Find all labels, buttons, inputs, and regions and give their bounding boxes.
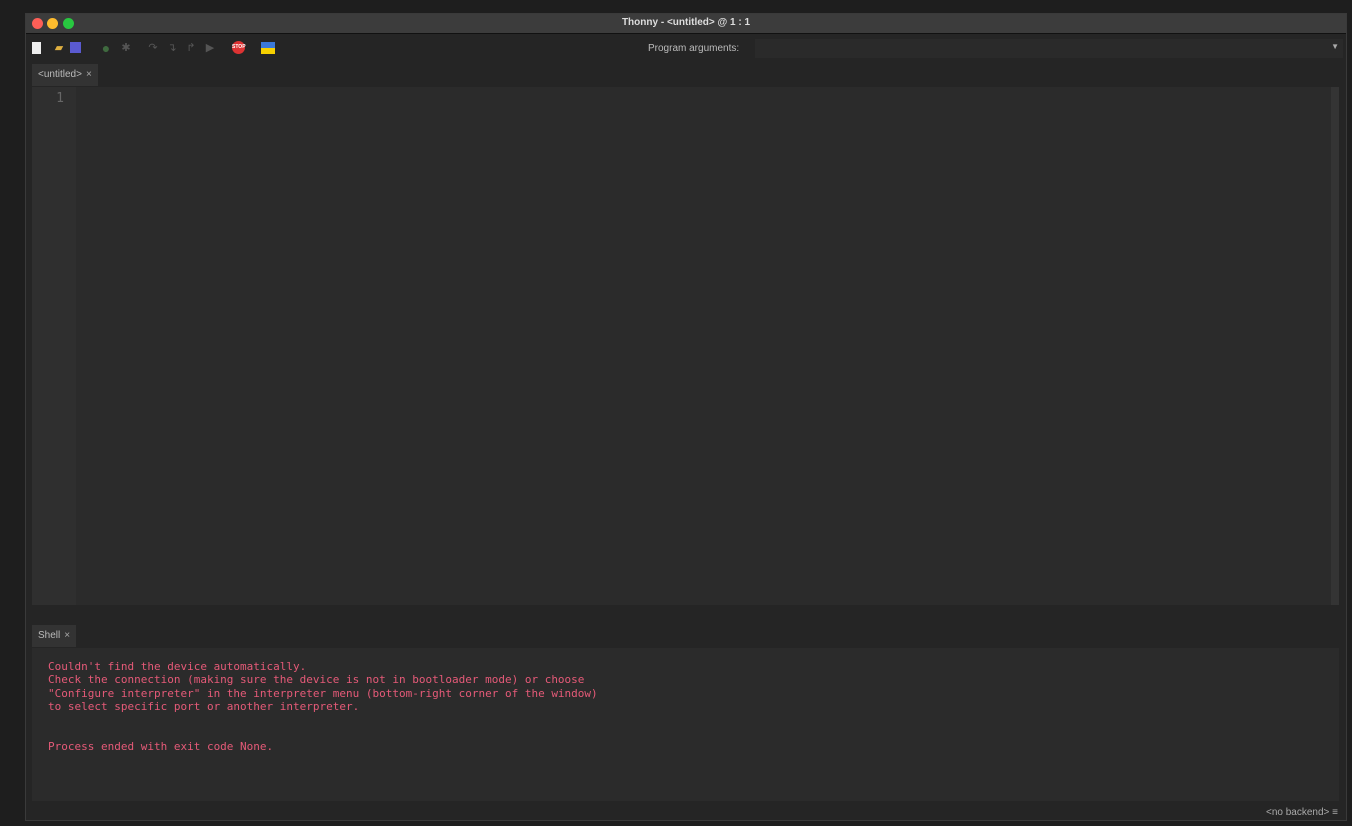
new-file-icon[interactable] (32, 42, 41, 54)
toolbar: ▰ ● ✱ ↷ ↴ ↱ ▶ STOP Program arguments: ▼ (26, 35, 1346, 63)
program-arguments-label: Program arguments: (648, 43, 740, 54)
backend-selector[interactable]: <no backend> (1266, 807, 1329, 818)
tab-label: <untitled> (38, 69, 82, 80)
debug-icon[interactable]: ✱ (119, 41, 133, 55)
status-bar: <no backend> ≡ (1266, 807, 1338, 818)
close-tab-icon[interactable]: × (86, 69, 92, 80)
dropdown-arrow-icon[interactable]: ▼ (1331, 42, 1339, 51)
run-icon[interactable]: ● (99, 41, 113, 55)
code-editor[interactable]: 1 (32, 87, 1339, 605)
resume-icon[interactable]: ▶ (203, 41, 217, 55)
tab-label: Shell (38, 630, 61, 641)
tab-shell[interactable]: Shell × (32, 625, 77, 647)
title-bar: Thonny - <untitled> @ 1 : 1 (26, 14, 1346, 34)
open-file-icon[interactable]: ▰ (52, 41, 66, 55)
tab-untitled[interactable]: <untitled> × (32, 64, 98, 86)
shell-output[interactable]: Couldn't find the device automatically. … (32, 648, 1339, 801)
step-out-icon[interactable]: ↱ (184, 41, 198, 55)
ukraine-flag-icon[interactable] (261, 42, 275, 54)
step-into-icon[interactable]: ↴ (165, 41, 179, 55)
window-title: Thonny - <untitled> @ 1 : 1 (621, 17, 751, 28)
step-over-icon[interactable]: ↷ (146, 41, 160, 55)
program-arguments-input[interactable]: ▼ (755, 39, 1343, 58)
line-numbers: 1 (32, 87, 76, 605)
editor-scrollbar[interactable] (1331, 87, 1339, 605)
menu-icon[interactable]: ≡ (1332, 807, 1338, 818)
save-icon[interactable] (70, 42, 81, 53)
thonny-window: Thonny - <untitled> @ 1 : 1 ▰ ● ✱ ↷ ↴ ↱ … (25, 13, 1347, 821)
stop-icon[interactable]: STOP (232, 41, 246, 54)
close-tab-icon[interactable]: × (64, 630, 70, 641)
